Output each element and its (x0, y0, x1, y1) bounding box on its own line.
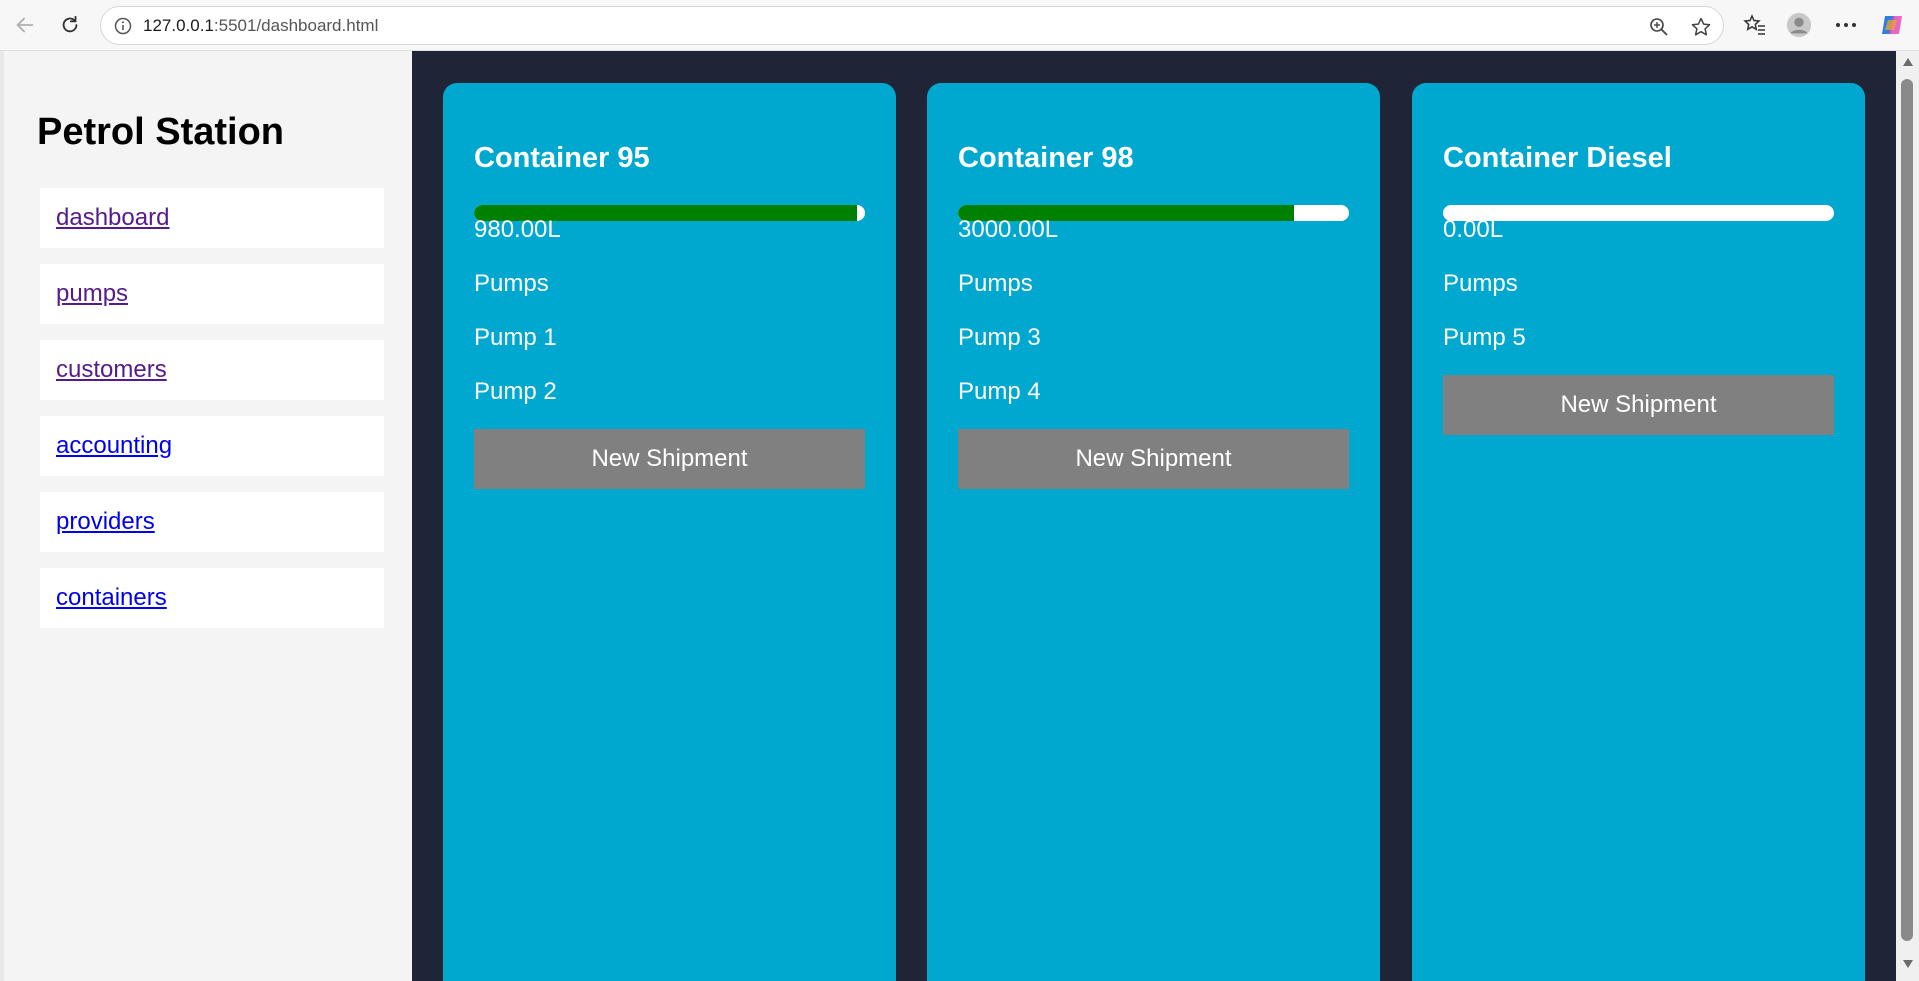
pump-item: Pump 3 (958, 324, 1041, 351)
pump-item: Pump 1 (474, 324, 557, 351)
reload-icon (62, 15, 78, 33)
sidebar-item-pumps: pumps (40, 264, 384, 324)
nav-link-dashboard[interactable]: dashboard (56, 204, 169, 232)
star-icon[interactable] (1690, 16, 1712, 38)
sidebar-nav: dashboard pumps customers accounting pro… (40, 188, 384, 644)
container-amount: 3000.00L (958, 216, 1059, 243)
pump-item: Pump 5 (1443, 324, 1526, 351)
container-card-diesel: Container Diesel 0.00L Pumps Pump 5 New … (1412, 83, 1865, 981)
url-path: :5501/dashboard.html (213, 16, 379, 35)
pump-item: Pump 2 (474, 378, 557, 405)
container-card-98: Container 98 3000.00L Pumps Pump 3 Pump … (927, 83, 1380, 981)
sidebar-item-providers: providers (40, 492, 384, 552)
nav-link-accounting[interactable]: accounting (56, 432, 172, 460)
address-bar[interactable]: 127.0.0.1:5501/dashboard.html (100, 6, 1724, 45)
back-arrow-icon (16, 17, 34, 33)
sidebar-item-customers: customers (40, 340, 384, 400)
pump-item: Pump 4 (958, 378, 1041, 405)
new-shipment-button[interactable]: New Shipment (1443, 375, 1834, 435)
pumps-heading: Pumps (958, 270, 1033, 297)
container-title: Container 95 (474, 142, 650, 174)
page-viewport: Petrol Station dashboard pumps customers… (0, 51, 1919, 981)
url-text[interactable]: 127.0.0.1:5501/dashboard.html (143, 16, 378, 36)
copilot-icon[interactable] (1879, 12, 1905, 38)
zoom-icon[interactable] (1648, 16, 1670, 38)
sidebar-title: Petrol Station (37, 111, 285, 153)
sidebar-item-accounting: accounting (40, 416, 384, 476)
container-card-95: Container 95 980.00L Pumps Pump 1 Pump 2… (443, 83, 896, 981)
browser-toolbar: 127.0.0.1:5501/dashboard.html (0, 0, 1919, 51)
scroll-down-arrow-icon[interactable] (1900, 957, 1915, 971)
sidebar: Petrol Station dashboard pumps customers… (0, 51, 412, 981)
pumps-heading: Pumps (1443, 270, 1518, 297)
sidebar-item-containers: containers (40, 568, 384, 628)
container-title: Container Diesel (1443, 142, 1672, 174)
new-shipment-button[interactable]: New Shipment (474, 429, 865, 489)
favorites-icon[interactable] (1742, 12, 1768, 38)
container-title: Container 98 (958, 142, 1134, 174)
sidebar-item-dashboard: dashboard (40, 188, 384, 248)
main-content: Container 95 980.00L Pumps Pump 1 Pump 2… (412, 51, 1896, 981)
more-menu-icon[interactable] (1833, 12, 1859, 38)
vertical-scrollbar[interactable] (1896, 51, 1919, 981)
scroll-thumb[interactable] (1901, 79, 1913, 941)
nav-link-providers[interactable]: providers (56, 508, 155, 536)
url-host: 127.0.0.1 (143, 16, 214, 35)
scroll-up-arrow-icon[interactable] (1900, 55, 1915, 69)
profile-avatar-icon[interactable] (1786, 12, 1812, 38)
container-amount: 980.00L (474, 216, 561, 243)
pumps-heading: Pumps (474, 270, 549, 297)
nav-link-containers[interactable]: containers (56, 584, 167, 612)
reload-button[interactable] (55, 10, 85, 40)
info-icon[interactable] (113, 16, 133, 36)
back-button[interactable] (10, 10, 40, 40)
nav-link-customers[interactable]: customers (56, 356, 167, 384)
container-amount: 0.00L (1443, 216, 1504, 243)
new-shipment-button[interactable]: New Shipment (958, 429, 1349, 489)
nav-link-pumps[interactable]: pumps (56, 280, 128, 308)
